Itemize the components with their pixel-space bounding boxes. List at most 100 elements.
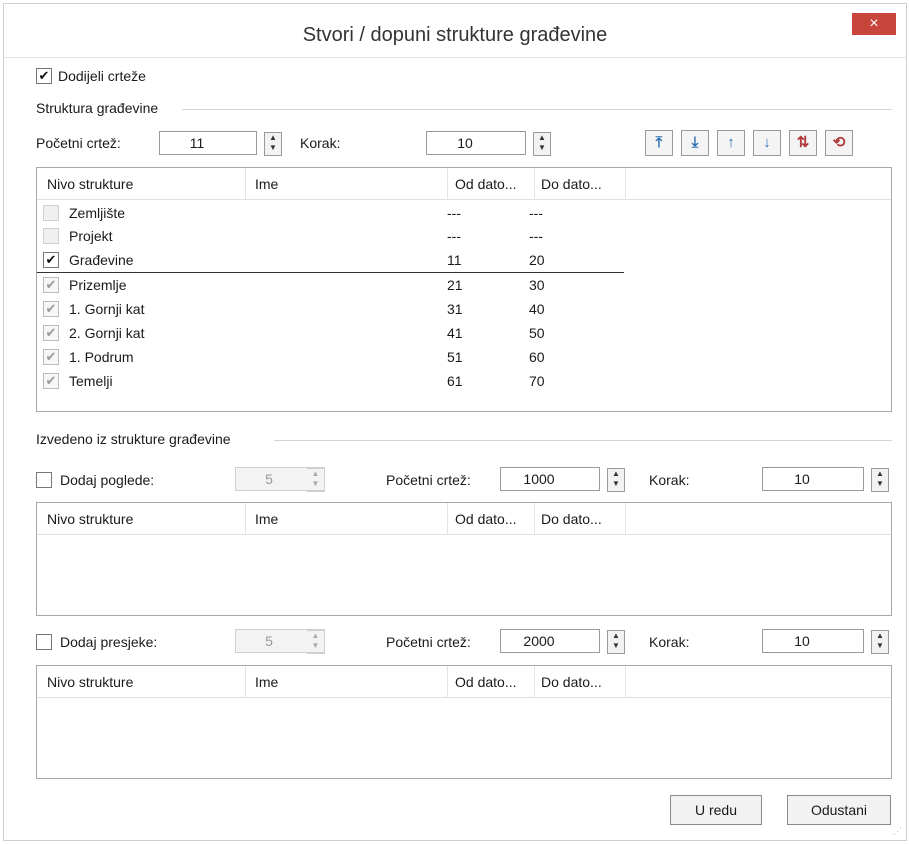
row-to: --- [529, 228, 543, 244]
row-checkbox[interactable]: ✔ [43, 349, 59, 365]
table-row[interactable]: ✔ Prizemlje 21 30 [37, 274, 891, 298]
structure-list[interactable]: Nivo strukture Ime Od dato... Do dato...… [36, 167, 892, 412]
resize-grip-icon[interactable]: ⋰ [893, 827, 903, 837]
structure-group-divider [182, 109, 892, 110]
row-to: 30 [529, 277, 545, 293]
views-count-value: 5 [265, 471, 273, 487]
sections-count-spinner[interactable]: ▲ ▼ [307, 630, 325, 654]
dialog-window: Stvori / dopuni strukture građevine × ✔ … [3, 3, 907, 841]
views-start-value: 1000 [523, 471, 555, 487]
move-to-top-icon[interactable]: ⤒ [645, 130, 673, 156]
column-level[interactable]: Nivo strukture [47, 674, 133, 690]
assign-drawings-checkbox[interactable]: ✔ [36, 68, 52, 84]
row-checkbox[interactable]: ✔ [43, 277, 59, 293]
row-checkbox[interactable]: ✔ [43, 325, 59, 341]
row-level: Građevine [69, 252, 134, 268]
sections-count-spinbox[interactable]: 5 ▲ ▼ [235, 629, 325, 654]
table-row[interactable]: ✔ Građevine 11 20 [37, 249, 624, 273]
row-checkbox[interactable] [43, 205, 59, 221]
table-row[interactable]: ✔ Temelji 61 70 [37, 370, 891, 394]
renumber-icon[interactable]: ⇅ [789, 130, 817, 156]
sections-step-label: Korak: [649, 634, 690, 650]
sections-list[interactable]: Nivo strukture Ime Od dato... Do dato... [36, 665, 892, 779]
views-start-spinner[interactable]: ▲ ▼ [607, 468, 625, 492]
views-count-spinner[interactable]: ▲ ▼ [307, 468, 325, 492]
views-list[interactable]: Nivo strukture Ime Od dato... Do dato... [36, 502, 892, 616]
column-from[interactable]: Od dato... [455, 511, 516, 527]
row-to: 50 [529, 325, 545, 341]
row-from: 61 [447, 373, 463, 389]
row-checkbox[interactable]: ✔ [43, 373, 59, 389]
sections-start-spinner[interactable]: ▲ ▼ [607, 630, 625, 654]
sections-list-header: Nivo strukture Ime Od dato... Do dato... [37, 666, 891, 698]
sections-step-spinner[interactable]: ▲ ▼ [871, 630, 889, 654]
row-level: Temelji [69, 373, 113, 389]
structure-start-value: 11 [189, 135, 205, 151]
cancel-button[interactable]: Odustani [787, 795, 891, 825]
table-row[interactable]: Zemljište --- --- [37, 202, 891, 226]
table-row[interactable]: ✔ 1. Gornji kat 31 40 [37, 298, 891, 322]
ok-button[interactable]: U redu [670, 795, 762, 825]
column-to[interactable]: Do dato... [541, 674, 602, 690]
row-to: 20 [529, 252, 545, 268]
column-from[interactable]: Od dato... [455, 176, 516, 192]
table-row[interactable]: ✔ 2. Gornji kat 41 50 [37, 322, 891, 346]
assign-drawings-label: Dodijeli crteže [58, 68, 146, 84]
row-level: Zemljište [69, 205, 126, 221]
column-name[interactable]: Ime [255, 511, 278, 527]
table-row[interactable]: ✔ 1. Podrum 51 60 [37, 346, 891, 370]
reset-structure-icon[interactable]: ⟲ [825, 130, 853, 156]
structure-list-header: Nivo strukture Ime Od dato... Do dato... [37, 168, 891, 200]
views-count-spinbox[interactable]: 5 ▲ ▼ [235, 467, 325, 492]
views-step-value: 10 [794, 471, 810, 487]
row-level: 1. Gornji kat [69, 301, 145, 317]
row-to: 70 [529, 373, 545, 389]
structure-start-spinner[interactable]: ▲ ▼ [264, 132, 282, 156]
views-list-header: Nivo strukture Ime Od dato... Do dato... [37, 503, 891, 535]
derived-group-label: Izvedeno iz strukture građevine [36, 431, 231, 447]
close-button[interactable]: × [852, 13, 896, 35]
column-level[interactable]: Nivo strukture [47, 176, 133, 192]
sections-start-value: 2000 [523, 633, 555, 649]
views-start-label: Početni crtež: [386, 472, 471, 488]
sections-step-value: 10 [794, 633, 810, 649]
add-views-checkbox[interactable] [36, 472, 52, 488]
column-to[interactable]: Do dato... [541, 511, 602, 527]
column-name[interactable]: Ime [255, 176, 278, 192]
structure-step-spinner[interactable]: ▲ ▼ [533, 132, 551, 156]
views-step-spinner[interactable]: ▲ ▼ [871, 468, 889, 492]
row-checkbox[interactable]: ✔ [43, 301, 59, 317]
move-to-bottom-icon[interactable]: ⤓ [681, 130, 709, 156]
structure-step-spinbox[interactable]: 10 ▲ ▼ [426, 131, 551, 156]
sections-start-spinbox[interactable]: 2000 ▲ ▼ [500, 629, 625, 654]
add-sections-checkbox[interactable] [36, 634, 52, 650]
row-checkbox[interactable] [43, 228, 59, 244]
structure-step-value: 10 [457, 135, 473, 151]
row-to: 60 [529, 349, 545, 365]
row-from: 31 [447, 301, 463, 317]
column-level[interactable]: Nivo strukture [47, 511, 133, 527]
column-name[interactable]: Ime [255, 674, 278, 690]
row-from: --- [447, 228, 461, 244]
row-to: 40 [529, 301, 545, 317]
views-start-spinbox[interactable]: 1000 ▲ ▼ [500, 467, 625, 492]
structure-start-spinbox[interactable]: 11 ▲ ▼ [159, 131, 282, 156]
row-from: 11 [447, 252, 462, 268]
sections-step-spinbox[interactable]: 10 ▲ ▼ [762, 629, 889, 654]
views-step-spinbox[interactable]: 10 ▲ ▼ [762, 467, 889, 492]
row-from: 51 [447, 349, 463, 365]
structure-group-label: Struktura građevine [36, 100, 159, 116]
move-down-icon[interactable]: ↓ [753, 130, 781, 156]
column-from[interactable]: Od dato... [455, 674, 516, 690]
title-bar: Stvori / dopuni strukture građevine × [4, 4, 906, 58]
views-step-label: Korak: [649, 472, 690, 488]
row-level: 2. Gornji kat [69, 325, 145, 341]
row-from: 41 [447, 325, 463, 341]
move-up-icon[interactable]: ↑ [717, 130, 745, 156]
row-level: Prizemlje [69, 277, 127, 293]
row-checkbox[interactable]: ✔ [43, 252, 59, 268]
table-row[interactable]: Projekt --- --- [37, 225, 891, 249]
structure-start-label: Početni crtež: [36, 135, 121, 151]
row-from: --- [447, 205, 461, 221]
column-to[interactable]: Do dato... [541, 176, 602, 192]
